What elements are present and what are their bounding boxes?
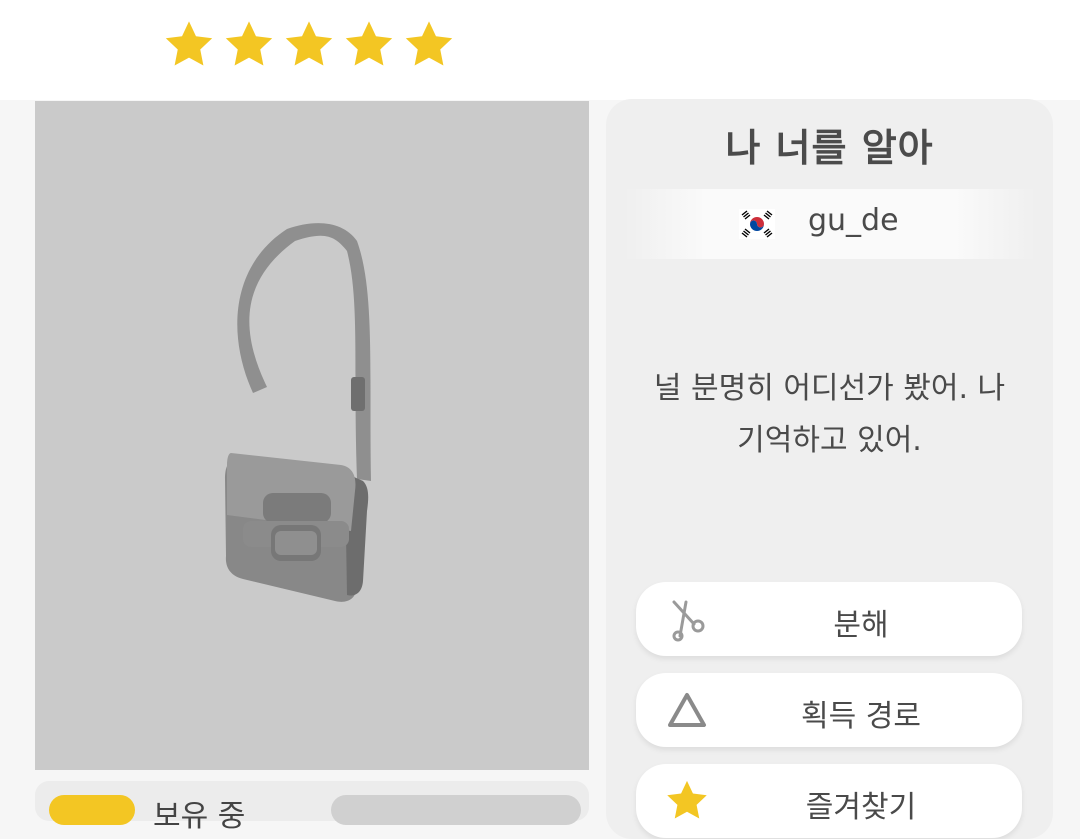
star-icon bbox=[342, 18, 396, 72]
author-name[interactable]: gu_de bbox=[808, 203, 899, 238]
item-description: 널 분명히 어디선가 봤어. 나 기억하고 있어. bbox=[653, 371, 1006, 458]
favorite-label: 즐겨찾기 bbox=[805, 790, 917, 825]
star-rating bbox=[162, 18, 456, 72]
south-korea-flag-icon bbox=[739, 209, 775, 239]
item-status-bar: 보유 중 bbox=[35, 781, 589, 834]
acquisition-route-button[interactable]: 획득 경로 bbox=[636, 673, 1022, 747]
item-image bbox=[35, 101, 589, 770]
owned-count-badge bbox=[49, 795, 135, 825]
quantity-selector[interactable] bbox=[331, 795, 581, 825]
favorite-button[interactable]: 즐겨찾기 bbox=[636, 764, 1022, 838]
item-info-panel: 나 너를 알아 gu_de 널 분명히 어디선가 봤어. 나 기억하고 있어. bbox=[606, 99, 1053, 839]
star-icon bbox=[162, 18, 216, 72]
star-icon bbox=[282, 18, 336, 72]
dismantle-button[interactable]: 분해 bbox=[636, 582, 1022, 656]
item-title: 나 너를 알아 bbox=[725, 126, 934, 170]
owned-label: 보유 중 bbox=[153, 799, 246, 834]
star-icon bbox=[402, 18, 456, 72]
star-icon bbox=[222, 18, 276, 72]
author-row: gu_de bbox=[624, 189, 1036, 259]
dismantle-label: 분해 bbox=[833, 608, 889, 643]
acquisition-route-label: 획득 경로 bbox=[801, 699, 921, 734]
shoulder-bag-illustration bbox=[225, 223, 371, 602]
